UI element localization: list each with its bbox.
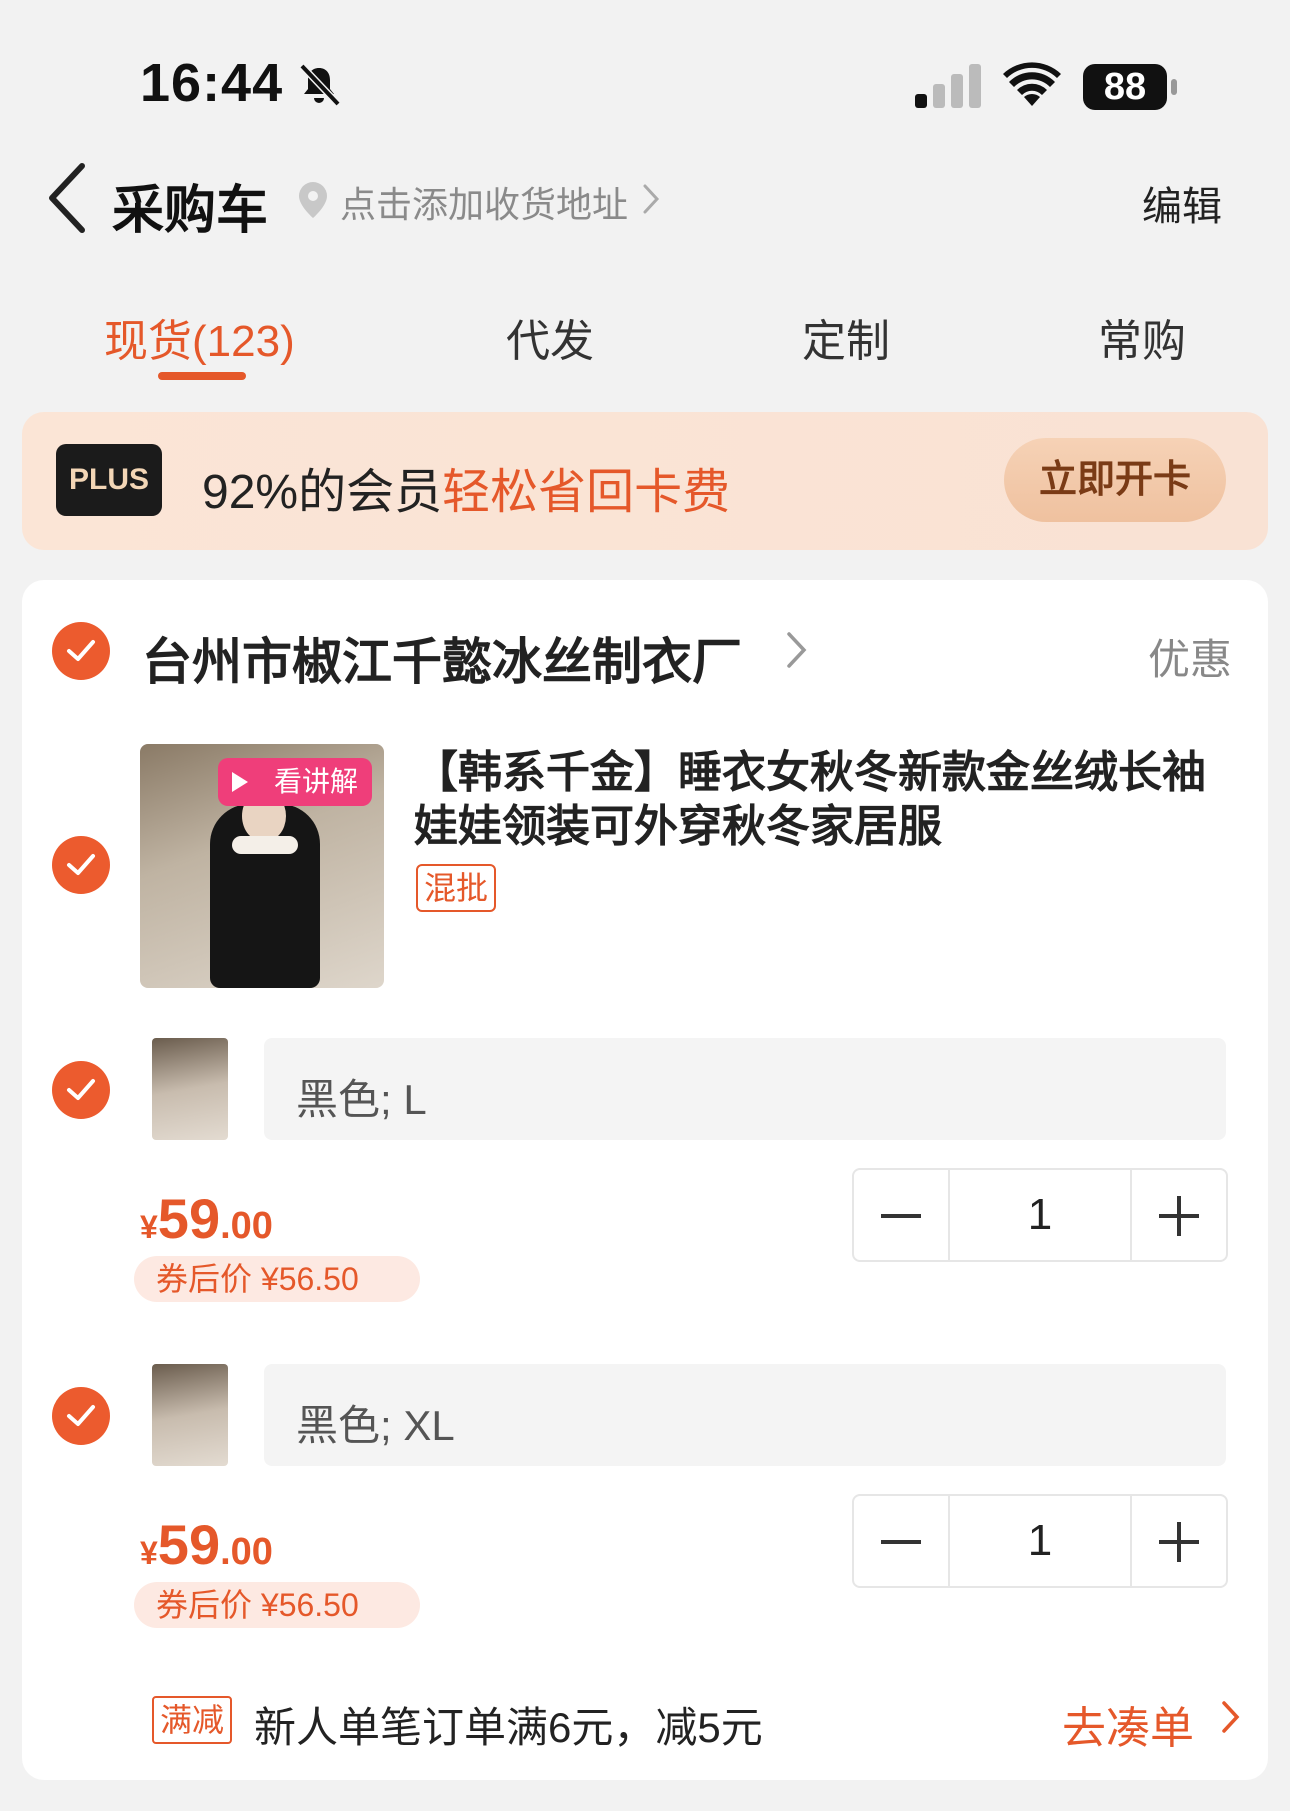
quantity-value[interactable]: 1	[948, 1496, 1132, 1586]
plus-text-highlight: 轻松省回卡费	[442, 466, 731, 519]
plus-icon-v	[1177, 1196, 1181, 1236]
price-decimal: .00	[220, 1205, 273, 1247]
discount-tag: 满减	[152, 1696, 233, 1744]
sku-price: ¥59.00	[140, 1186, 273, 1251]
page-title: 采购车	[112, 182, 269, 240]
play-icon	[232, 772, 248, 792]
decrease-button[interactable]	[854, 1170, 950, 1260]
chevron-right-icon[interactable]	[1220, 1698, 1242, 1736]
plus-membership-banner[interactable]: PLUS 92%的会员轻松省回卡费 立即开卡	[22, 412, 1268, 550]
increase-button[interactable]	[1130, 1170, 1226, 1260]
discount-text: 新人单笔订单满6元，减5元	[254, 1704, 763, 1751]
battery-level: 88	[1103, 66, 1147, 108]
product-checkbox[interactable]	[52, 836, 110, 894]
status-time: 16:44	[140, 53, 284, 113]
location-pin-icon	[299, 182, 327, 218]
battery-indicator: 88	[1083, 64, 1179, 110]
watch-explainer-badge[interactable]: 看讲解	[218, 758, 372, 806]
open-card-button[interactable]: 立即开卡	[1004, 438, 1226, 522]
checkmark-icon	[67, 640, 95, 661]
product-title[interactable]: 【韩系千金】睡衣女秋冬新款金丝绒长袖娃娃领装可外穿秋冬家居服	[414, 746, 1214, 854]
sku-checkbox[interactable]	[52, 1061, 110, 1119]
bell-muted-icon	[299, 63, 341, 107]
minus-icon	[881, 1214, 921, 1218]
shop-card: 台州市椒江千懿冰丝制衣厂 优惠 看讲解 【韩系千金】睡衣女秋冬新款金丝绒长袖娃娃…	[22, 580, 1268, 1780]
wifi-icon	[1003, 62, 1061, 106]
back-chevron-icon[interactable]	[44, 160, 94, 236]
plus-icon-v	[1177, 1522, 1181, 1562]
mixed-batch-tag: 混批	[416, 864, 497, 912]
sku-thumbnail	[152, 1038, 228, 1140]
price-currency: ¥	[140, 1209, 158, 1245]
sku-checkbox[interactable]	[52, 1387, 110, 1445]
cellular-signal-icon	[915, 64, 981, 108]
price-integer: 59	[157, 1187, 221, 1250]
quantity-value[interactable]: 1	[948, 1170, 1132, 1260]
coupon-price-badge: 券后价 ¥56.50	[134, 1582, 420, 1628]
minus-icon	[881, 1540, 921, 1544]
tab-frequent[interactable]: 常购	[1098, 305, 1186, 369]
plus-text-prefix: 92%的会员	[202, 466, 443, 519]
add-address-link[interactable]: 点击添加收货地址	[340, 176, 628, 228]
checkmark-icon	[67, 1405, 95, 1426]
price-integer: 59	[157, 1513, 221, 1576]
shop-name[interactable]: 台州市椒江千懿冰丝制衣厂	[142, 622, 742, 694]
active-tab-indicator	[158, 372, 246, 380]
sku-price: ¥59.00	[140, 1512, 273, 1577]
shop-checkbox[interactable]	[52, 622, 110, 680]
coupon-price-badge: 券后价 ¥56.50	[134, 1256, 420, 1302]
status-bar: 16:44 88	[0, 0, 1290, 140]
sku-spec-selector[interactable]: 黑色; XL	[264, 1364, 1226, 1466]
quantity-stepper: 1	[852, 1168, 1228, 1262]
checkmark-icon	[67, 854, 95, 875]
quantity-stepper: 1	[852, 1494, 1228, 1588]
sku-spec-label: 黑色; XL	[296, 1402, 455, 1449]
product-figure-collar	[232, 836, 298, 854]
decrease-button[interactable]	[854, 1496, 950, 1586]
price-currency: ¥	[140, 1535, 158, 1571]
product-image[interactable]: 看讲解	[140, 744, 384, 988]
increase-button[interactable]	[1130, 1496, 1226, 1586]
checkmark-icon	[67, 1079, 95, 1100]
chevron-right-icon	[643, 184, 660, 214]
sku-thumbnail	[152, 1364, 228, 1466]
watch-explainer-label: 看讲解	[273, 766, 358, 797]
tab-dropship[interactable]: 代发	[506, 305, 594, 369]
tab-in-stock[interactable]: 现货(123)	[104, 305, 295, 369]
chevron-right-icon[interactable]	[784, 628, 810, 672]
plus-logo: PLUS	[56, 444, 162, 516]
sku-spec-selector[interactable]: 黑色; L	[264, 1038, 1226, 1140]
sku-spec-label: 黑色; L	[296, 1076, 427, 1123]
edit-button[interactable]: 编辑	[1142, 174, 1222, 232]
tab-custom[interactable]: 定制	[802, 305, 890, 369]
promo-button[interactable]: 优惠	[1148, 626, 1232, 687]
go-combine-order-button[interactable]: 去凑单	[1062, 1692, 1194, 1756]
plus-promo-text: 92%的会员轻松省回卡费	[202, 452, 730, 522]
price-decimal: .00	[220, 1531, 273, 1573]
